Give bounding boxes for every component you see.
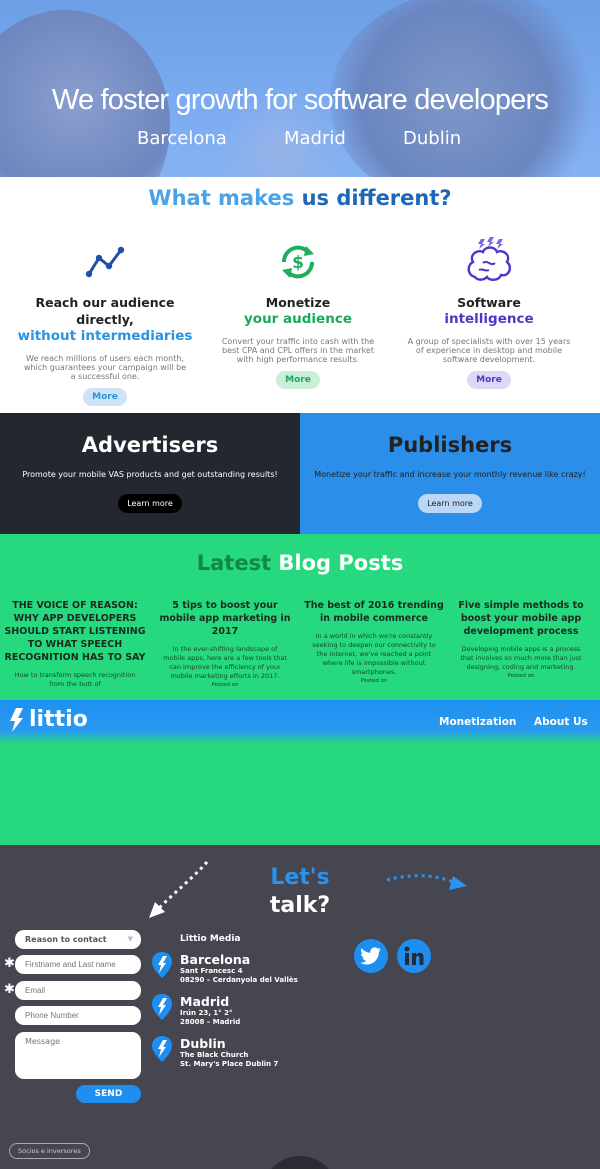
blog-post-excerpt: In the ever-shifting landscape of mobile… (163, 645, 287, 680)
office-city: Dublin (180, 1036, 226, 1051)
blog-post-3[interactable]: The best of 2016 trending in mobile comm… (299, 599, 449, 684)
dotted-arrow-right-icon (386, 874, 467, 890)
publishers-text: Monetize your traffic and increase your … (314, 470, 586, 479)
logo-text: littio (29, 707, 88, 732)
twitter-button[interactable] (354, 939, 388, 973)
different-title-b: us different? (301, 186, 452, 210)
reason-select-value: Reason to contact (25, 935, 107, 944)
twitter-icon (360, 947, 381, 965)
blog-post-title[interactable]: Five simple methods to boost your mobile… (446, 599, 596, 638)
company-name: Littio Media (180, 934, 241, 944)
brain-icon (389, 232, 589, 292)
investors-link[interactable]: Socios e inversores (9, 1143, 90, 1159)
office-city: Barcelona (180, 952, 251, 967)
blog-post-date: Posted on (360, 678, 388, 684)
feature-highlight: without intermediaries (17, 328, 193, 344)
different-title-a: What makes (148, 186, 295, 210)
feature-text: Convert your traffic into cash with the … (221, 337, 375, 364)
talk-title: talk? (269, 893, 331, 918)
name-field[interactable] (15, 955, 141, 974)
more-button-reach[interactable]: More (83, 388, 127, 406)
blog-post-excerpt: How to transform speech recognition from… (14, 671, 136, 688)
lets-title: Let's (270, 865, 330, 890)
nav-link-monetization[interactable]: Monetization (439, 716, 516, 728)
office-address: Irún 23, 1° 2° (180, 1009, 233, 1017)
blog-post-date: Posted on (507, 673, 535, 679)
hero-city-dublin: Dublin (403, 128, 462, 149)
feature-reach: Reach our audience directly, without int… (5, 232, 205, 406)
office-postcode: 08290 – Cerdanyola del Vallès (180, 976, 298, 984)
hero-city-madrid: Madrid (284, 128, 346, 149)
send-button[interactable]: SEND (76, 1085, 141, 1103)
feature-text: A group of specialists with over 15 year… (407, 337, 571, 364)
blog-post-2[interactable]: 5 tips to boost your mobile app marketin… (150, 599, 300, 688)
blog-post-title[interactable]: THE VOICE OF REASON: WHY APP DEVELOPERS … (0, 599, 150, 664)
hero-city-barcelona: Barcelona (137, 128, 227, 149)
location-pin-icon (152, 994, 172, 1020)
advertisers-section: Advertisers Promote your mobile VAS prod… (0, 413, 300, 534)
blog-post-title[interactable]: The best of 2016 trending in mobile comm… (299, 599, 449, 625)
feature-highlight: your audience (244, 311, 352, 327)
linkedin-icon (404, 946, 424, 965)
office-city: Madrid (180, 994, 230, 1009)
blog-post-excerpt: Developing mobile apps is a process that… (460, 645, 582, 671)
phone-field[interactable] (15, 1006, 141, 1025)
advertisers-text: Promote your mobile VAS products and get… (22, 470, 278, 479)
blog-post-1[interactable]: THE VOICE OF REASON: WHY APP DEVELOPERS … (0, 599, 150, 689)
feature-title: Software (457, 295, 521, 310)
location-pin-icon (152, 1036, 172, 1062)
publishers-section: Publishers Monetize your traffic and inc… (300, 413, 600, 534)
feature-title: Monetize (265, 295, 331, 310)
line-chart-icon (5, 232, 205, 292)
nav-link-about-us[interactable]: About Us (534, 716, 588, 728)
required-asterisk: ✱ (4, 956, 15, 971)
publishers-learn-more-button[interactable]: Learn more (418, 494, 482, 513)
more-button-monetize[interactable]: More (276, 371, 320, 389)
feature-monetize: $ Monetize your audience Convert your tr… (198, 232, 398, 389)
feature-software: Software intelligence A group of special… (389, 232, 589, 389)
office-postcode: St. Mary's Place Dublin 7 (180, 1060, 279, 1068)
blog-title: Latest Blog Posts (0, 551, 600, 575)
linkedin-button[interactable] (397, 939, 431, 973)
blog-title-a: Latest (196, 551, 272, 575)
hero-title: We foster growth for software developers (51, 84, 549, 116)
location-pin-icon (152, 952, 172, 978)
feature-text: We reach millions of users each month, w… (23, 354, 187, 381)
message-field[interactable] (15, 1032, 141, 1079)
blog-section (0, 534, 600, 845)
lets-talk-title: Let's talk? (0, 864, 600, 920)
office-dublin: Dublin The Black Church St. Mary's Place… (152, 1036, 278, 1069)
littio-logo[interactable]: littio (10, 707, 88, 732)
more-button-software[interactable]: More (467, 371, 511, 389)
blog-post-excerpt: In a world in which we're constantly see… (312, 632, 436, 676)
office-madrid: Madrid Irún 23, 1° 2° 28008 – Madrid (152, 994, 240, 1027)
office-barcelona: Barcelona Sant Francesc 4 08290 – Cerdan… (152, 952, 298, 985)
dotted-arrow-left-icon (149, 861, 209, 918)
feature-title: Reach our audience directly, (35, 295, 175, 327)
blog-post-date: Posted on (211, 682, 239, 688)
reason-select[interactable]: Reason to contact ▼ (15, 930, 141, 949)
chevron-down-icon: ▼ (127, 935, 133, 943)
blog-post-4[interactable]: Five simple methods to boost your mobile… (446, 599, 596, 679)
blog-title-b: Blog Posts (278, 551, 404, 575)
different-title: What makes us different? (0, 186, 600, 210)
required-asterisk: ✱ (4, 982, 15, 997)
office-postcode: 28008 – Madrid (180, 1018, 241, 1026)
blog-post-title[interactable]: 5 tips to boost your mobile app marketin… (150, 599, 300, 638)
advertisers-learn-more-button[interactable]: Learn more (118, 494, 182, 513)
office-address: The Black Church (180, 1051, 249, 1059)
feature-highlight: intelligence (444, 311, 534, 327)
money-refresh-icon: $ (198, 232, 398, 292)
svg-text:$: $ (292, 253, 304, 273)
lightning-bolt-icon (10, 707, 23, 732)
publishers-title: Publishers (387, 433, 513, 457)
advertisers-title: Advertisers (81, 433, 219, 457)
email-field[interactable] (15, 981, 141, 1000)
office-address: Sant Francesc 4 (180, 967, 243, 975)
